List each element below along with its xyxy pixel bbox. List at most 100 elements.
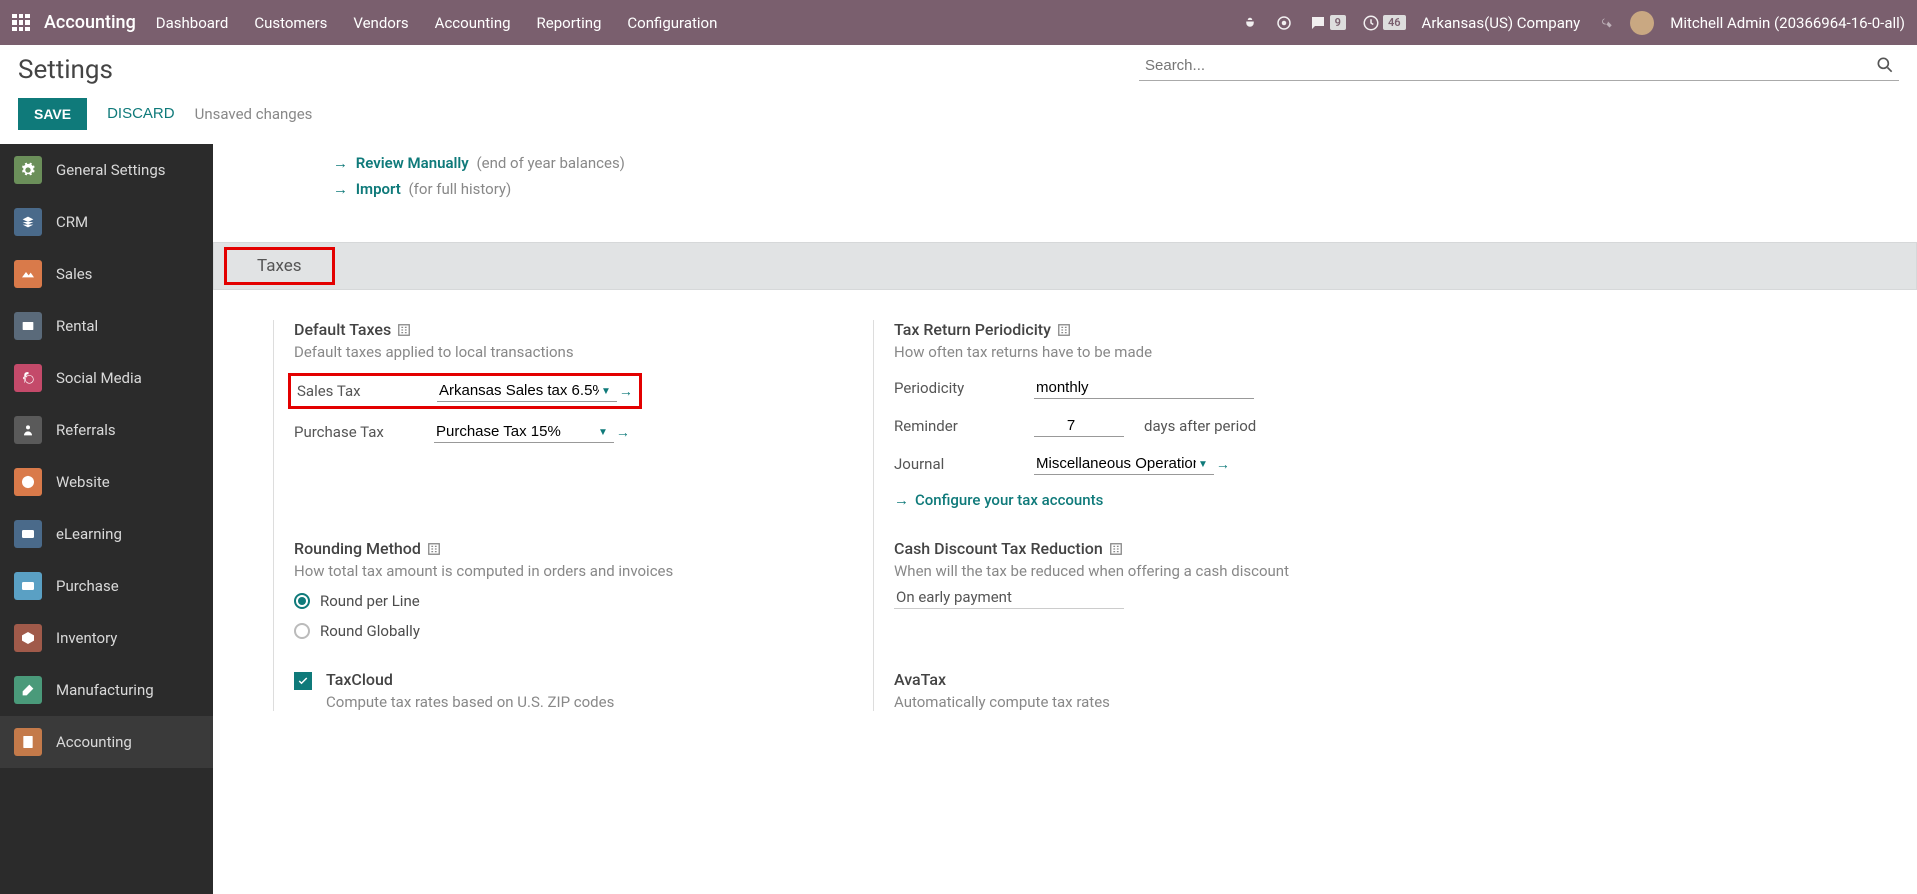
sidebar-item-label: Website: [56, 473, 110, 491]
app-icon: [14, 728, 42, 756]
sidebar-item-accounting[interactable]: Accounting: [0, 716, 213, 768]
sidebar-item-label: Sales: [56, 265, 92, 283]
building-icon: [1057, 323, 1071, 337]
rounding-title: Rounding Method: [294, 539, 421, 558]
activities-button[interactable]: 46: [1362, 14, 1406, 32]
sidebar-item-general-settings[interactable]: General Settings: [0, 144, 213, 196]
journal-open-icon[interactable]: →: [1216, 456, 1230, 473]
rounding-desc: How total tax amount is computed in orde…: [294, 562, 833, 580]
taxcloud-title: TaxCloud: [326, 670, 393, 689]
save-button[interactable]: SAVE: [18, 98, 87, 130]
clock-icon: [1362, 14, 1380, 32]
menu-configuration[interactable]: Configuration: [627, 14, 717, 32]
configure-tax-accounts-link[interactable]: → Configure your tax accounts: [894, 491, 1103, 509]
highlight-taxes: Taxes: [224, 247, 335, 285]
section-taxes: Taxes: [213, 242, 1917, 290]
app-icon: [14, 364, 42, 392]
journal-label: Journal: [894, 455, 1014, 473]
building-icon: [427, 542, 441, 556]
sidebar-item-manufacturing[interactable]: Manufacturing: [0, 664, 213, 716]
sidebar-item-label: eLearning: [56, 525, 122, 543]
taxcloud-checkbox[interactable]: [294, 672, 312, 690]
app-icon: [14, 312, 42, 340]
sidebar-item-inventory[interactable]: Inventory: [0, 612, 213, 664]
import-link[interactable]: → Import (for full history): [213, 176, 1917, 202]
reminder-suffix: days after period: [1144, 417, 1256, 435]
periodicity-select[interactable]: [1034, 377, 1254, 399]
sidebar-item-label: Social Media: [56, 369, 142, 387]
messages-button[interactable]: 9: [1309, 14, 1346, 32]
sidebar-item-sales[interactable]: Sales: [0, 248, 213, 300]
purchase-tax-open-icon[interactable]: →: [616, 424, 630, 441]
sidebar-item-purchase[interactable]: Purchase: [0, 560, 213, 612]
sidebar-item-label: Rental: [56, 317, 98, 335]
review-manually-link[interactable]: → Review Manually (end of year balances): [213, 150, 1917, 176]
control-panel: Settings: [0, 45, 1917, 85]
topbar: Accounting Dashboard Customers Vendors A…: [0, 0, 1917, 45]
user-menu[interactable]: Mitchell Admin (20366964-16-0-all): [1670, 14, 1905, 32]
purchase-tax-select[interactable]: [434, 421, 614, 443]
sidebar-item-crm[interactable]: CRM: [0, 196, 213, 248]
cash-discount-desc: When will the tax be reduced when offeri…: [894, 562, 1877, 580]
journal-select[interactable]: [1034, 453, 1214, 475]
search-input[interactable]: [1139, 51, 1899, 81]
radio-icon: [294, 623, 310, 639]
sidebar-item-label: General Settings: [56, 161, 166, 179]
app-icon: [14, 416, 42, 444]
app-icon: [14, 156, 42, 184]
purchase-tax-label: Purchase Tax: [294, 423, 414, 441]
sales-tax-open-icon[interactable]: →: [619, 383, 633, 400]
round-per-line-radio[interactable]: Round per Line: [294, 592, 833, 610]
messages-badge: 9: [1330, 15, 1346, 30]
sidebar-item-rental[interactable]: Rental: [0, 300, 213, 352]
building-icon: [397, 323, 411, 337]
avatax-title: AvaTax: [894, 670, 946, 689]
tools-icon[interactable]: [1596, 14, 1614, 32]
default-taxes-desc: Default taxes applied to local transacti…: [294, 343, 833, 361]
periodicity-label: Periodicity: [894, 379, 1014, 397]
tax-return-title: Tax Return Periodicity: [894, 320, 1051, 339]
app-icon: [14, 260, 42, 288]
round-globally-radio[interactable]: Round Globally: [294, 622, 833, 640]
menu-customers[interactable]: Customers: [254, 14, 327, 32]
arrow-right-icon: →: [333, 180, 348, 198]
company-switcher[interactable]: Arkansas(US) Company: [1422, 14, 1581, 32]
app-icon: [14, 208, 42, 236]
arrow-right-icon: →: [333, 154, 348, 172]
menu-accounting[interactable]: Accounting: [435, 14, 511, 32]
sidebar-item-label: Inventory: [56, 629, 117, 647]
bug-icon[interactable]: [1241, 14, 1259, 32]
sidebar-item-label: Manufacturing: [56, 681, 154, 699]
default-taxes-title: Default Taxes: [294, 320, 391, 339]
sidebar-item-website[interactable]: Website: [0, 456, 213, 508]
sales-tax-select[interactable]: [437, 380, 617, 402]
discard-button[interactable]: DISCARD: [97, 97, 185, 130]
sidebar-item-elearning[interactable]: eLearning: [0, 508, 213, 560]
sidebar-item-label: Accounting: [56, 733, 132, 751]
menu-vendors[interactable]: Vendors: [353, 14, 408, 32]
avatar[interactable]: [1630, 11, 1654, 35]
building-icon: [1109, 542, 1123, 556]
app-icon: [14, 468, 42, 496]
check-icon: [297, 675, 309, 687]
app-icon: [14, 520, 42, 548]
arrow-right-icon: →: [894, 491, 909, 509]
action-buttons: SAVE DISCARD Unsaved changes: [0, 85, 1917, 144]
highlight-sales-tax: Sales Tax ▼ →: [288, 373, 642, 409]
settings-content: → Review Manually (end of year balances)…: [213, 144, 1917, 894]
reminder-input[interactable]: [1034, 415, 1124, 437]
apps-icon[interactable]: [12, 14, 30, 32]
sidebar-item-referrals[interactable]: Referrals: [0, 404, 213, 456]
brand[interactable]: Accounting: [44, 12, 136, 33]
menu-reporting[interactable]: Reporting: [537, 14, 602, 32]
search-icon[interactable]: [1875, 55, 1895, 75]
settings-sidebar: General Settings CRM Sales Rental Social Med…: [0, 144, 213, 894]
sidebar-item-social-media[interactable]: Social Media: [0, 352, 213, 404]
cash-discount-value[interactable]: On early payment: [894, 586, 1124, 609]
support-icon[interactable]: [1275, 14, 1293, 32]
reminder-label: Reminder: [894, 417, 1014, 435]
activities-badge: 46: [1383, 15, 1406, 30]
menu-dashboard[interactable]: Dashboard: [156, 14, 229, 32]
app-icon: [14, 572, 42, 600]
sidebar-item-label: Referrals: [56, 421, 116, 439]
